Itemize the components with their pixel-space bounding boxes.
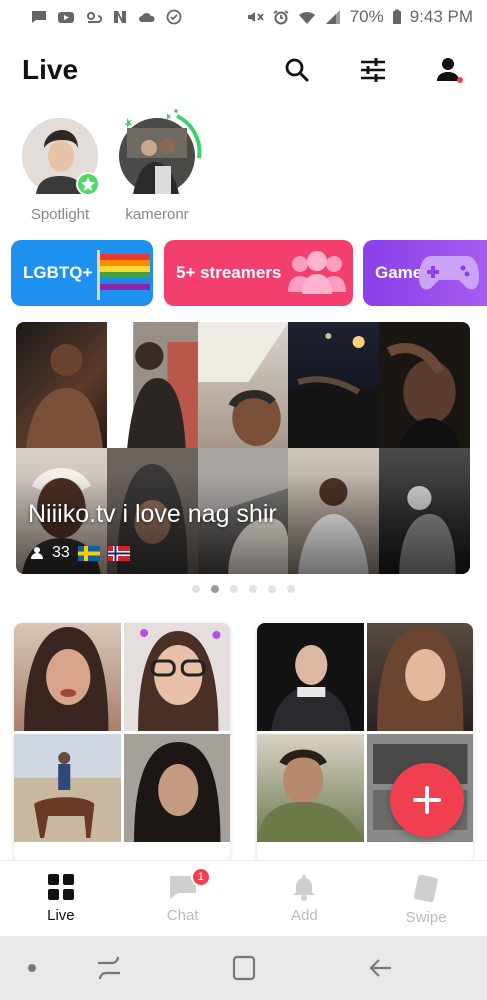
category-row: LGBTQ+ 5+ streamers Game (0, 240, 487, 306)
page-dot[interactable] (268, 585, 276, 593)
stream-thumbnail (197, 322, 289, 448)
page-title: Live (22, 54, 79, 85)
dot-icon[interactable] (27, 963, 37, 973)
search-button[interactable] (281, 54, 313, 86)
gamepad-icon (419, 256, 479, 290)
stream-thumbnail (379, 322, 470, 448)
norway-flag-icon (107, 545, 130, 561)
youtube-icon (58, 12, 74, 23)
tab-swipe[interactable]: Swipe (365, 861, 487, 936)
rainbow-flag-icon (97, 250, 150, 300)
home-icon[interactable] (231, 954, 257, 982)
system-nav-bar (0, 936, 487, 1000)
back-icon[interactable] (367, 954, 395, 982)
card-grid (14, 623, 230, 842)
chat-badge: 1 (190, 867, 211, 887)
bell-icon (293, 875, 316, 901)
mute-icon (247, 12, 264, 22)
add-stream-button[interactable] (390, 763, 464, 837)
page-dot[interactable] (287, 585, 295, 593)
featured-stream[interactable]: Niiiko.tv i love nag shir 33 (16, 322, 470, 574)
stream-thumbnail (257, 734, 364, 842)
clock: 9:43 PM (409, 7, 473, 26)
bottom-tab-bar: Live 1 Chat Add Swipe (0, 860, 487, 936)
featured-title: Niiiko.tv i love nag shir (28, 500, 277, 528)
tab-label: Swipe (405, 909, 447, 926)
category-label: Game (375, 263, 423, 282)
featured-meta: 33 (30, 544, 130, 562)
plus-icon (413, 786, 441, 814)
alarm-icon (273, 10, 289, 25)
stream-thumbnail (123, 734, 230, 842)
category-label: 5+ streamers (176, 263, 282, 282)
category-5-streamers[interactable]: 5+ streamers (164, 240, 353, 306)
star-badge-icon (76, 172, 100, 196)
page-dot[interactable] (192, 585, 200, 593)
grid-icon (47, 874, 74, 900)
sweden-flag-icon (77, 545, 100, 561)
stream-thumbnail (366, 623, 473, 731)
filter-icon (361, 58, 385, 82)
story-spotlight[interactable]: Spotlight (15, 114, 105, 223)
message-icon (32, 11, 46, 23)
app-header: Live (0, 44, 487, 100)
tab-live[interactable]: Live (0, 861, 122, 936)
avatar (22, 118, 100, 196)
stream-thumbnail (14, 623, 121, 731)
check-circle-icon (166, 9, 182, 25)
story-kameronr[interactable]: kameronr (112, 109, 202, 223)
kameronr-avatar-photo (119, 118, 195, 194)
n-icon (114, 11, 126, 23)
tab-label: Chat (166, 907, 199, 924)
stream-thumbnail (257, 623, 364, 731)
tab-label: Add (291, 907, 318, 924)
signal-icon (325, 10, 340, 24)
tab-label: Live (47, 907, 75, 924)
stream-thumbnail (14, 734, 121, 842)
profile-button[interactable] (433, 54, 465, 86)
viewer-icon (31, 547, 43, 559)
filter-button[interactable] (357, 54, 389, 86)
page-dot[interactable] (249, 585, 257, 593)
story-label: kameronr (125, 206, 189, 223)
carousel-pagination (0, 585, 487, 593)
status-bar: 70% 9:43 PM (0, 0, 487, 34)
category-label: LGBTQ+ (23, 263, 93, 282)
card-icon (414, 874, 438, 903)
wifi-icon (298, 11, 315, 24)
viewer-count: 33 (52, 544, 70, 561)
tab-add[interactable]: Add (244, 861, 366, 936)
stories-row: Spotlight kameronr (0, 109, 487, 229)
cloud-icon (139, 13, 155, 22)
battery-icon (392, 9, 401, 24)
stream-card[interactable] (14, 623, 230, 863)
page-dot-active[interactable] (211, 585, 219, 593)
stream-thumbnail (288, 322, 380, 448)
category-lgbtq[interactable]: LGBTQ+ (11, 240, 153, 306)
search-icon (285, 58, 309, 82)
weather-icon (87, 12, 102, 23)
stream-thumbnail (106, 322, 198, 448)
story-label: Spotlight (30, 206, 90, 223)
profile-icon (437, 58, 463, 83)
stream-thumbnail (16, 322, 107, 448)
stream-thumbnail (123, 623, 230, 731)
battery-percent: 70% (349, 7, 384, 26)
page-dot[interactable] (230, 585, 238, 593)
recent-apps-icon[interactable] (96, 954, 122, 982)
group-icon (288, 251, 346, 294)
tab-chat[interactable]: 1 Chat (122, 861, 244, 936)
avatar (119, 109, 202, 194)
category-game[interactable]: Game (363, 240, 487, 306)
